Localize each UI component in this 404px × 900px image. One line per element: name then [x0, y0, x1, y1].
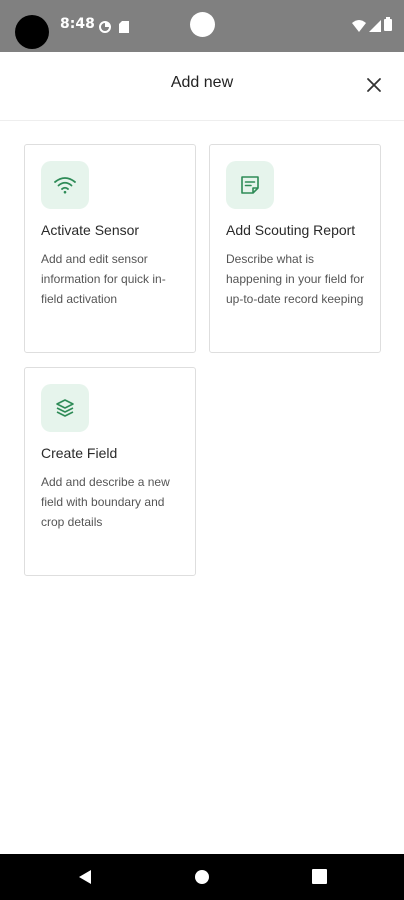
card-description: Add and edit sensor information for quic…: [41, 252, 166, 306]
status-bar: 8:48: [0, 0, 404, 52]
recents-button[interactable]: [312, 869, 327, 888]
sd-card-icon: [119, 18, 129, 37]
header: Add new: [0, 52, 404, 121]
card-icon-container: [41, 384, 89, 432]
wifi-icon: [352, 17, 366, 36]
activate-sensor-card[interactable]: Activate Sensor Add and edit sensor info…: [24, 144, 196, 353]
card-description: Describe what is happening in your field…: [226, 252, 365, 306]
home-button[interactable]: [194, 869, 210, 889]
data-saver-icon: [99, 18, 111, 37]
navigation-bar: [0, 854, 404, 900]
card-icon-container: [226, 161, 274, 209]
create-field-card[interactable]: Create Field Add and describe a new fiel…: [24, 367, 196, 576]
card-title: Add Scouting Report: [226, 222, 356, 238]
wifi-icon: [54, 177, 76, 194]
card-title: Activate Sensor: [41, 222, 140, 238]
back-icon: [79, 870, 91, 884]
battery-icon: [384, 16, 392, 35]
layers-icon: [56, 399, 74, 417]
page-title: Add new: [170, 74, 234, 91]
status-time: 8:48: [60, 16, 95, 32]
add-scouting-report-card[interactable]: Add Scouting Report Describe what is hap…: [209, 144, 381, 353]
recents-icon: [312, 869, 327, 884]
close-button[interactable]: [362, 73, 386, 97]
camera-cutout: [15, 15, 49, 49]
note-icon: [241, 176, 259, 194]
card-icon-container: [41, 161, 89, 209]
signal-icon: [369, 17, 381, 36]
card-title: Create Field: [41, 445, 118, 461]
notification-dot: [190, 12, 215, 37]
back-button[interactable]: [77, 869, 93, 889]
home-icon: [195, 870, 209, 884]
close-icon: [367, 78, 381, 92]
card-description: Add and describe a new field with bounda…: [41, 475, 170, 529]
